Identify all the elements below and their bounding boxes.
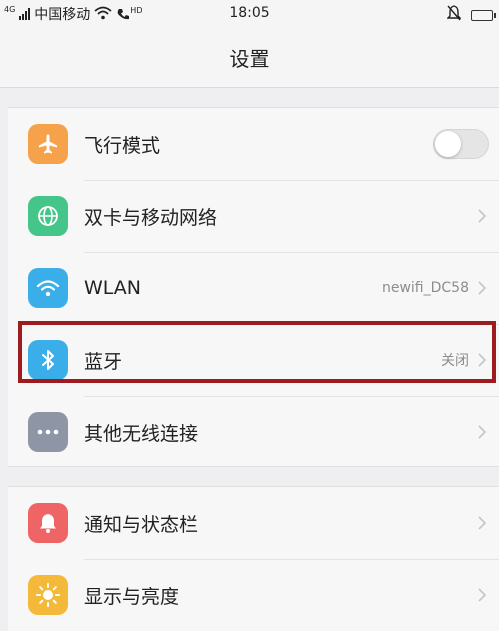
globe-icon	[28, 196, 68, 236]
system-group: 通知与状态栏 显示与亮度	[8, 486, 499, 631]
airplane-mode-toggle[interactable]	[433, 129, 489, 159]
page-title: 设置	[229, 47, 270, 71]
dual-sim-network-label: 双卡与移动网络	[84, 206, 218, 229]
silent-bell-icon	[446, 5, 462, 25]
wlan-label: WLAN	[84, 277, 142, 299]
settings-item-wlan[interactable]: WLAN newifi_DC58	[8, 252, 499, 324]
clock: 18:05	[229, 5, 270, 21]
bluetooth-highlight-box	[18, 321, 496, 383]
settings-item-dual-sim-network[interactable]: 双卡与移动网络	[8, 180, 499, 252]
chevron-right-icon	[475, 585, 489, 605]
header: 设置	[0, 28, 499, 88]
settings-item-display-brightness[interactable]: 显示与亮度	[8, 559, 499, 631]
settings-item-other-wireless[interactable]: 其他无线连接	[8, 396, 499, 468]
settings-item-notification-statusbar[interactable]: 通知与状态栏	[8, 487, 499, 559]
notification-bell-icon	[28, 503, 68, 543]
chevron-right-icon	[475, 513, 489, 533]
settings-item-airplane-mode[interactable]: 飞行模式	[8, 108, 499, 180]
airplane-mode-label: 飞行模式	[84, 134, 161, 157]
connectivity-group: 飞行模式 双卡与移动网络 WLAN newifi_DC58 蓝牙 关闭 其他无线…	[8, 107, 499, 467]
other-wireless-label: 其他无线连接	[84, 422, 199, 445]
chevron-right-icon	[475, 422, 489, 442]
notification-statusbar-label: 通知与状态栏	[84, 513, 199, 536]
chevron-right-icon	[475, 206, 489, 226]
brightness-icon	[28, 575, 68, 615]
chevron-right-icon	[475, 278, 489, 298]
status-bar: 4G 中国移动 HD 18:05	[0, 0, 499, 28]
status-right	[446, 5, 496, 25]
wlan-network-name: newifi_DC58	[381, 280, 469, 296]
wifi-icon	[28, 268, 68, 308]
battery-icon	[471, 9, 496, 21]
airplane-icon	[28, 124, 68, 164]
display-brightness-label: 显示与亮度	[84, 585, 180, 608]
more-icon	[28, 412, 68, 452]
